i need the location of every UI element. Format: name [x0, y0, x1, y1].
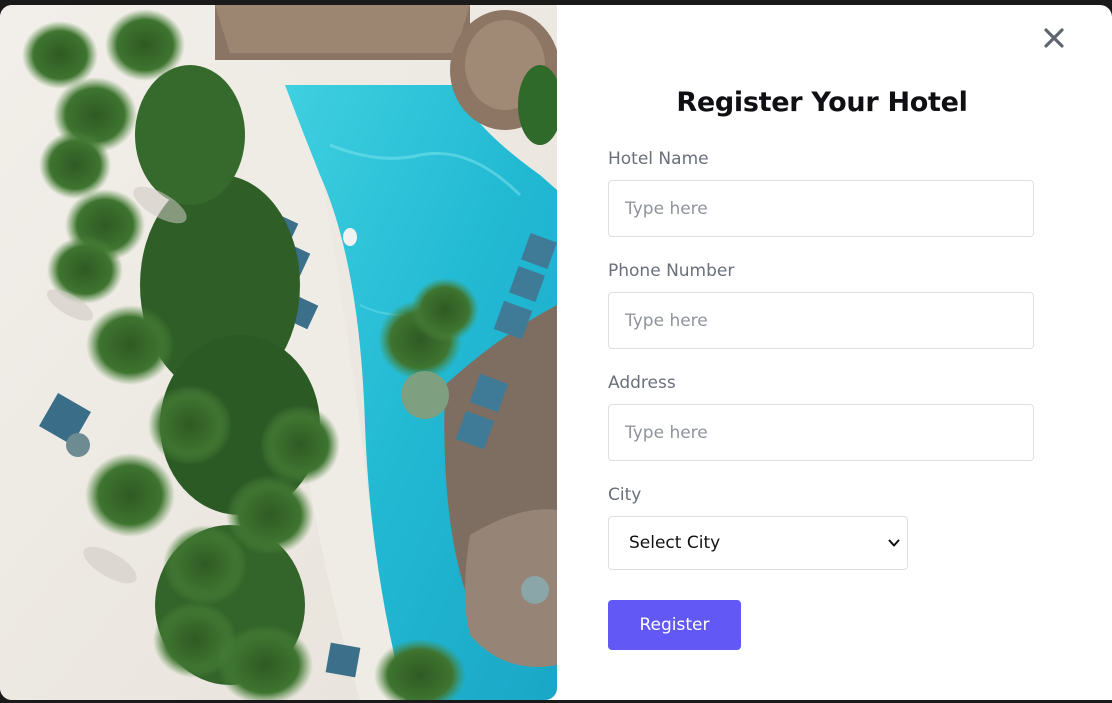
register-hotel-modal: Register Your Hotel Hotel Name Phone Num…: [0, 5, 1112, 700]
modal-title: Register Your Hotel: [676, 87, 968, 118]
close-icon: [1044, 28, 1064, 48]
address-input[interactable]: [608, 404, 1034, 461]
resort-aerial-image: [0, 5, 557, 700]
address-label: Address: [608, 373, 676, 393]
register-button[interactable]: Register: [608, 600, 741, 650]
city-select[interactable]: Select City: [608, 516, 908, 570]
hotel-name-input[interactable]: [608, 180, 1034, 237]
hotel-name-label: Hotel Name: [608, 149, 709, 169]
city-select-value: Select City: [629, 533, 721, 553]
chevron-down-icon: [888, 539, 900, 547]
close-button[interactable]: [1040, 24, 1068, 52]
city-label: City: [608, 485, 642, 505]
phone-number-label: Phone Number: [608, 261, 735, 281]
phone-number-input[interactable]: [608, 292, 1034, 349]
